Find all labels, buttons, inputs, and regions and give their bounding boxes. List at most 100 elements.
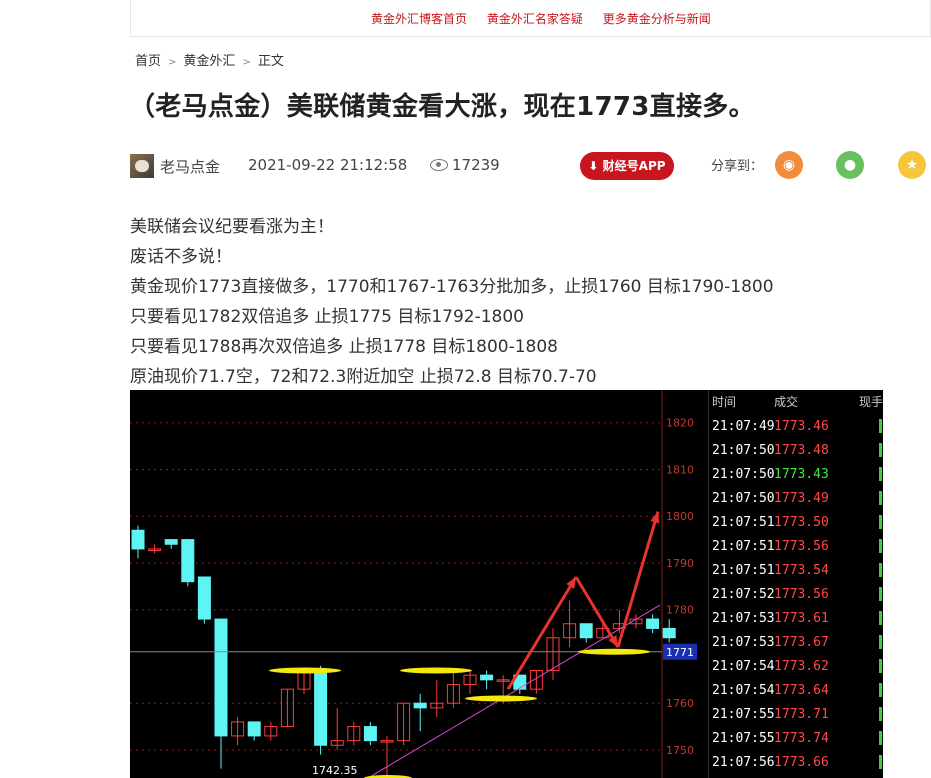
tick-price: 1773.43: [774, 467, 829, 482]
tick-volume-mark: [879, 563, 882, 577]
eye-icon: [430, 159, 448, 171]
candle-body: [662, 627, 676, 639]
tick-price: 1773.71: [774, 707, 829, 722]
tick-row: 21:07:55 1773.71: [709, 703, 883, 727]
author-avatar[interactable]: [130, 154, 154, 178]
candlestick-chart: 1820 1810 1800 1790 1780 1760 1750 1771 1742.35: [130, 390, 708, 778]
content-line: 原油现价71.7空，72和72.3附近加空 止损72.8 目标70.7-70: [130, 367, 597, 387]
tick-price: 1773.66: [774, 755, 829, 770]
breadcrumb-home[interactable]: 首页: [135, 54, 161, 69]
tick-price: 1773.67: [774, 635, 829, 650]
content-line: 美联储会议纪要看涨为主！: [130, 217, 334, 237]
tick-list: 时间 成交 现手 21:07:49 1773.46 21:07:50 1773.48 2…: [708, 390, 883, 778]
support-ellipse: [578, 648, 650, 655]
trend-line: [366, 604, 661, 778]
y-tick-label: 1760: [666, 697, 694, 710]
support-ellipse: [269, 667, 341, 674]
candle-body: [579, 623, 593, 639]
tick-price: 1773.50: [774, 515, 829, 530]
weibo-share-icon[interactable]: ◉: [775, 151, 803, 179]
breadcrumb: 首页 > 黄金外汇 > 正文: [135, 50, 284, 69]
tick-volume-mark: [879, 419, 882, 433]
y-tick-label: 1780: [666, 604, 694, 617]
tick-time: 21:07:53: [712, 611, 775, 626]
content-line: 废话不多说！: [130, 247, 232, 267]
low-price-label: 1742.35: [312, 764, 358, 777]
candle-body: [131, 529, 145, 550]
y-tick-label: 1810: [666, 463, 694, 476]
tick-time: 21:07:55: [712, 731, 775, 746]
tick-row: 21:07:51 1773.56: [709, 535, 883, 559]
tick-volume-mark: [879, 635, 882, 649]
tick-volume-mark: [879, 755, 882, 769]
tick-price: 1773.46: [774, 419, 829, 434]
candle-body: [214, 618, 228, 737]
tick-row: 21:07:49 1773.46: [709, 415, 883, 439]
tick-volume-mark: [879, 443, 882, 457]
tick-list-header: 时间 成交 现手: [709, 390, 883, 412]
y-tick-label: 1820: [666, 417, 694, 430]
favorite-star-icon[interactable]: ★: [898, 151, 926, 179]
tick-time: 21:07:51: [712, 515, 775, 530]
publish-datetime: 2021-09-22 21:12:58: [248, 156, 408, 174]
article-title: （老马点金）美联储黄金看大涨，现在1773直接多。: [129, 92, 755, 122]
header-time: 时间: [712, 395, 737, 409]
y-tick-label: 1800: [666, 510, 694, 523]
tick-time: 21:07:56: [712, 755, 775, 770]
view-count-value: 17239: [452, 156, 500, 174]
candle-body: [413, 702, 427, 709]
tick-row: 21:07:52 1773.56: [709, 583, 883, 607]
nav-link-blog-home[interactable]: 黄金外汇博客首页: [371, 12, 467, 26]
candle-body: [314, 669, 328, 746]
current-price-label: 1771: [666, 646, 694, 659]
tick-row: 21:07:51 1773.50: [709, 511, 883, 535]
header-volume: 现手: [859, 395, 883, 409]
chevron-right-icon: >: [168, 57, 177, 68]
header-price: 成交: [774, 395, 799, 409]
tick-price: 1773.48: [774, 443, 829, 458]
tick-volume-mark: [879, 707, 882, 721]
y-tick-label: 1750: [666, 744, 694, 757]
author-name[interactable]: 老马点金: [160, 156, 220, 177]
tick-row: 21:07:54 1773.64: [709, 679, 883, 703]
tick-price: 1773.61: [774, 611, 829, 626]
tick-time: 21:07:51: [712, 539, 775, 554]
tick-volume-mark: [879, 587, 882, 601]
tick-time: 21:07:50: [712, 443, 775, 458]
y-tick-label: 1790: [666, 557, 694, 570]
app-download-button[interactable]: ⬇ 财经号APP: [580, 152, 674, 180]
tick-price: 1773.54: [774, 563, 829, 578]
support-ellipse: [400, 667, 472, 674]
tick-price: 1773.62: [774, 659, 829, 674]
breadcrumb-gold-forex[interactable]: 黄金外汇: [183, 54, 235, 69]
target-arrow-up-head: [650, 511, 660, 524]
tick-price: 1773.49: [774, 491, 829, 506]
tick-row: 21:07:50 1773.49: [709, 487, 883, 511]
tick-volume-mark: [879, 659, 882, 673]
content-line: 只要看见1788再次双倍追多 止损1778 目标1800-1808: [130, 337, 558, 357]
tick-price: 1773.64: [774, 683, 829, 698]
tick-row: 21:07:55 1773.74: [709, 727, 883, 751]
breadcrumb-current: 正文: [257, 54, 284, 69]
candle-body: [164, 539, 178, 545]
tick-volume-mark: [879, 683, 882, 697]
support-ellipse: [465, 695, 537, 702]
nav-link-more-analysis[interactable]: 更多黄金分析与新闻: [603, 12, 711, 26]
candle-body: [181, 539, 195, 583]
top-nav: 黄金外汇博客首页 黄金外汇名家答疑 更多黄金分析与新闻: [371, 10, 727, 27]
candle-body: [480, 674, 494, 681]
article-meta: 老马点金 2021-09-22 21:12:58 17239 ⬇ 财经号APP …: [130, 151, 930, 182]
candle-body: [247, 721, 261, 737]
tick-price: 1773.74: [774, 731, 829, 746]
chart-svg: 1820 1810 1800 1790 1780 1760 1750 1771 1742.35: [130, 390, 697, 778]
tick-time: 21:07:49: [712, 419, 775, 434]
tick-row: 21:07:50 1773.43: [709, 463, 883, 487]
nav-link-expert-qa[interactable]: 黄金外汇名家答疑: [487, 12, 583, 26]
content-line: 黄金现价1773直接做多，1770和1767-1763分批加多，止损1760 目…: [130, 277, 774, 297]
app-button-label: 财经号APP: [602, 159, 666, 173]
download-icon: ⬇: [588, 159, 599, 173]
tick-time: 21:07:50: [712, 491, 775, 506]
candle-body: [197, 576, 211, 620]
wechat-share-icon[interactable]: ●: [836, 151, 864, 179]
tick-volume-mark: [879, 731, 882, 745]
